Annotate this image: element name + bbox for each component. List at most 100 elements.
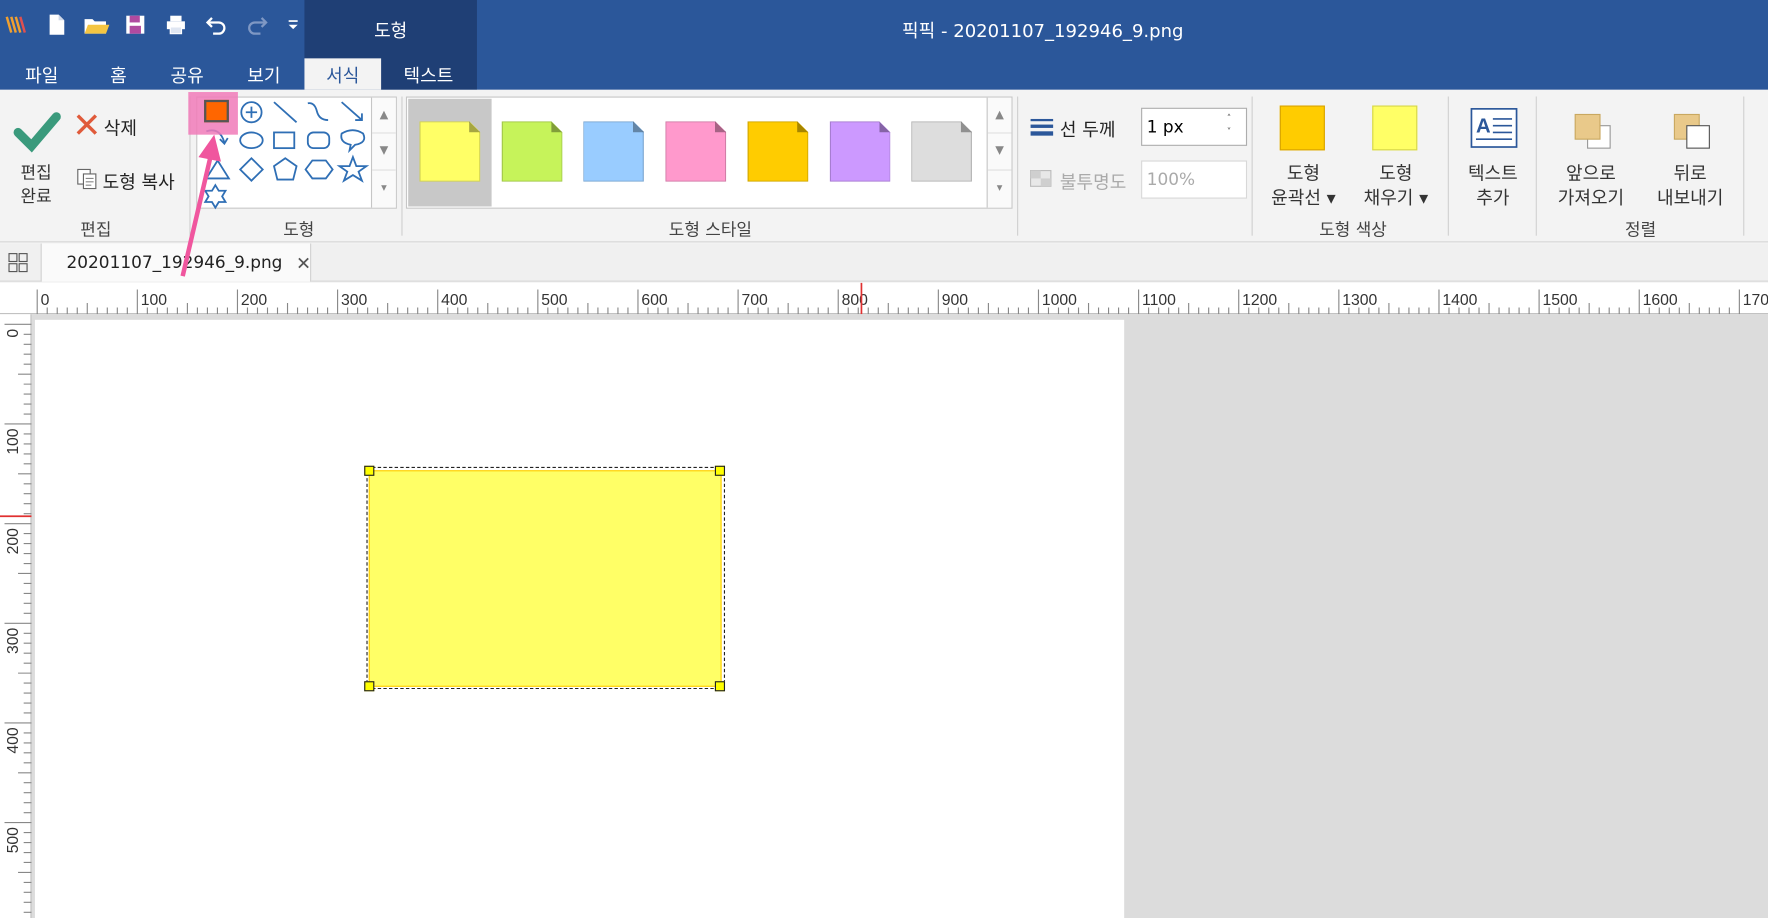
opacity-input[interactable]	[1141, 160, 1248, 199]
gallery-expand-icon[interactable]: ▾	[372, 170, 396, 206]
gallery-expand-icon[interactable]: ▾	[988, 170, 1012, 206]
shapes-gallery-scroll[interactable]: ▲ ▼ ▾	[370, 97, 396, 208]
tab-share[interactable]: 공유	[158, 58, 217, 89]
checkmark-icon	[13, 110, 61, 159]
window-title: 픽픽 - 20201107_192946_9.png	[902, 20, 1184, 42]
bring-forward-label-2: 가져오기	[1557, 187, 1625, 209]
horizontal-ruler: 0 100 200 300 400 500 600 700 800 900 1000 1100 1200…	[0, 282, 1768, 315]
arrange-group-label: 정렬	[1625, 219, 1657, 241]
opacity-icon	[1028, 168, 1053, 193]
ruler-label: 800	[842, 292, 869, 309]
tab-text[interactable]: 텍스트	[388, 58, 469, 89]
text-box-icon: A	[1470, 108, 1518, 153]
bring-forward-label-1: 앞으로	[1566, 162, 1616, 185]
bring-forward-icon	[1572, 110, 1617, 157]
tab-file[interactable]: 파일	[7, 58, 77, 89]
ruler-label: 1100	[1142, 292, 1176, 309]
scroll-down-icon[interactable]: ▼	[987, 134, 1012, 171]
fill-label-1: 도형	[1379, 162, 1413, 185]
app-logo-icon[interactable]	[5, 13, 28, 35]
ruler-label: 400	[5, 727, 22, 753]
line-thickness-label: 선 두께	[1059, 118, 1116, 141]
horizontal-ruler-ticks: 0 100 200 300 400 500 600 700 800 900 1000 1100 1200…	[36, 282, 1768, 315]
redo-icon[interactable]	[246, 13, 269, 35]
send-backward-button[interactable]: 뒤로 내보내기	[1642, 101, 1739, 213]
ribbon-divider	[1447, 96, 1449, 236]
send-backward-icon	[1671, 110, 1716, 157]
copy-icon	[74, 166, 99, 195]
ruler-label: 1600	[1643, 292, 1678, 309]
ruler-label: 1700	[1743, 292, 1768, 309]
grid-view-icon[interactable]	[7, 251, 30, 278]
opacity-label: 불투명도	[1059, 171, 1127, 194]
ruler-label: 500	[5, 827, 22, 853]
fill-label-2: 채우기 ▾	[1363, 187, 1429, 209]
shape-outline-button[interactable]: 도형 윤곽선 ▾	[1258, 101, 1348, 213]
new-file-icon[interactable]	[45, 13, 68, 35]
customize-dropdown-icon[interactable]	[284, 13, 302, 35]
shape-fill-button[interactable]: 도형 채우기 ▾	[1351, 101, 1441, 213]
bring-forward-button[interactable]: 앞으로 가져오기	[1542, 101, 1639, 213]
ruler-label: 600	[641, 292, 668, 309]
copy-shape-label: 도형 복사	[102, 171, 175, 194]
outline-label-2: 윤곽선 ▾	[1271, 187, 1336, 209]
copy-shape-button[interactable]: 도형 복사	[74, 166, 175, 195]
resize-handle-bottom-left[interactable]	[364, 681, 375, 692]
title-bar: 도형 픽픽 - 20201107_192946_9.png 파일 홈 공유 보기…	[0, 0, 1768, 90]
ruler-label: 1000	[1042, 292, 1077, 309]
outline-label-1: 도형	[1286, 162, 1321, 185]
image-canvas[interactable]	[34, 319, 1125, 918]
undo-icon[interactable]	[205, 13, 228, 35]
scroll-down-icon[interactable]: ▼	[372, 134, 396, 171]
ruler-label: 1300	[1342, 292, 1377, 309]
svg-text:A: A	[1476, 115, 1491, 137]
ruler-label: 0	[41, 292, 50, 309]
send-backward-label-2: 내보내기	[1656, 187, 1724, 209]
ribbon-divider	[401, 96, 403, 236]
save-icon[interactable]	[124, 13, 147, 35]
line-thickness-icon	[1028, 116, 1055, 141]
resize-handle-bottom-right[interactable]	[714, 681, 726, 692]
open-folder-icon[interactable]	[83, 13, 110, 35]
shape-styles-group-label: 도형 스타일	[668, 219, 752, 241]
opacity-control: 불투명도	[1028, 166, 1126, 195]
styles-gallery-scroll[interactable]: ▲ ▼ ▾	[986, 97, 1012, 208]
print-icon[interactable]	[165, 13, 188, 35]
ruler-label: 500	[541, 292, 568, 309]
ruler-label: 200	[241, 292, 268, 309]
vertical-ruler: 0 100 200 300 400 500	[0, 314, 32, 918]
tab-view[interactable]: 보기	[235, 58, 294, 89]
send-backward-label-1: 뒤로	[1673, 162, 1707, 185]
ruler-label: 200	[5, 528, 22, 554]
edit-done-label-2: 완료	[20, 186, 52, 207]
shape-color-group-label: 도형 색상	[1319, 219, 1387, 241]
resize-handle-top-right[interactable]	[714, 465, 726, 476]
context-tab-title: 도형	[374, 20, 408, 42]
add-text-label-2: 추가	[1476, 187, 1510, 209]
ruler-label: 300	[341, 292, 368, 309]
rectangle-fill-tool-icon[interactable]	[204, 99, 229, 123]
ribbon-divider	[1743, 96, 1745, 236]
ruler-label: 400	[441, 292, 468, 309]
line-thickness-control: 선 두께	[1028, 112, 1115, 143]
edit-done-button[interactable]: 편집 완료	[9, 108, 63, 216]
annotation-arrow	[180, 134, 221, 277]
ruler-label: 100	[141, 292, 168, 309]
ruler-label: 1400	[1442, 292, 1477, 309]
document-tab-bar: 20201107_192946_9.png ✕	[0, 243, 1768, 282]
add-text-button[interactable]: A 텍스트 추가	[1455, 101, 1532, 213]
shapes-group-label: 도형	[283, 219, 315, 241]
resize-handle-top-left[interactable]	[364, 465, 375, 476]
tab-home[interactable]: 홈	[90, 58, 146, 89]
ribbon-divider	[1535, 96, 1537, 236]
ruler-label: 1500	[1542, 292, 1577, 309]
vertical-ruler-ticks: 0 100 200 300 400 500	[0, 323, 32, 913]
yellow-rectangle-shape[interactable]	[368, 470, 722, 687]
tab-format[interactable]: 서식	[304, 58, 382, 90]
thickness-spinner[interactable]: ˄ ˅	[1227, 112, 1232, 139]
delete-button[interactable]: 삭제	[74, 112, 137, 141]
scroll-up-icon[interactable]: ▲	[372, 98, 396, 134]
close-tab-icon[interactable]: ✕	[296, 252, 311, 273]
delete-x-icon	[74, 112, 99, 141]
scroll-up-icon[interactable]: ▲	[987, 98, 1012, 134]
